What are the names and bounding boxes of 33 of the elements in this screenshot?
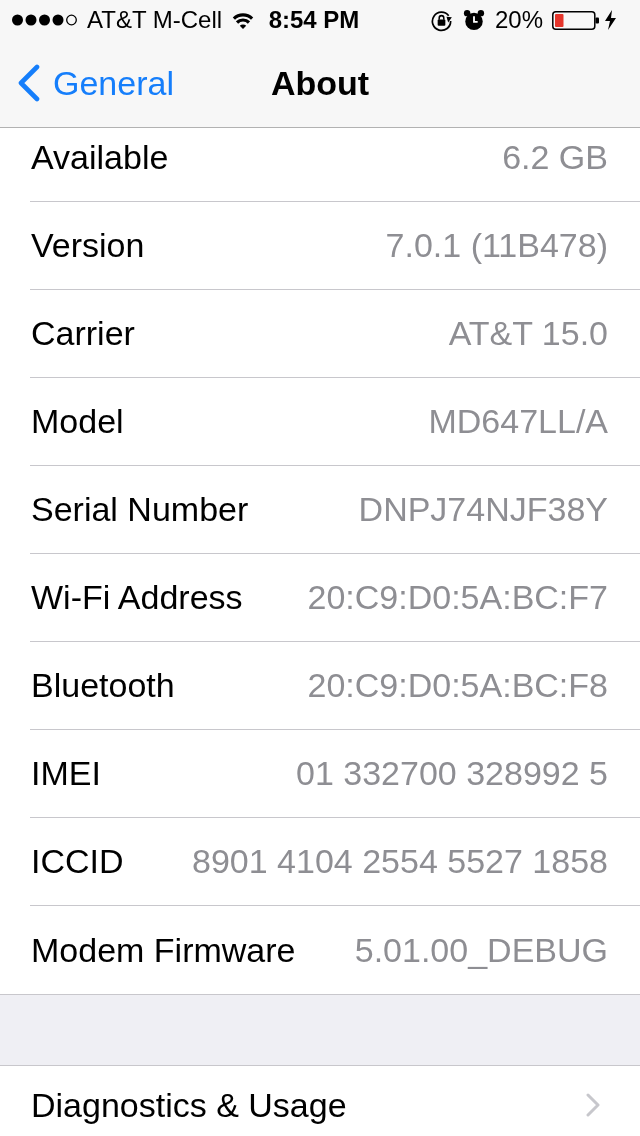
setting-label: Available — [31, 137, 169, 178]
setting-value: 20:C9:D0:5A:BC:F8 — [307, 665, 608, 706]
wifi-icon — [231, 11, 256, 29]
battery-percentage: 20% — [494, 6, 543, 34]
setting-label: Wi-Fi Address — [31, 577, 243, 618]
setting-value: AT&T 15.0 — [448, 313, 608, 354]
setting-value: 01 332700 328992 5 — [296, 753, 608, 794]
battery-icon — [552, 10, 600, 30]
setting-label: Carrier — [31, 313, 135, 354]
status-time: 8:54 PM — [268, 6, 360, 34]
setting-value: DNPJ74NJF38Y — [358, 489, 608, 530]
setting-value: MD647LL/A — [428, 401, 608, 442]
chevron-right-icon — [586, 1093, 600, 1117]
page-title: About — [270, 63, 370, 104]
setting-label: ICCID — [31, 841, 124, 882]
setting-label: Version — [31, 225, 145, 266]
setting-label: IMEI — [31, 753, 101, 794]
setting-label: Serial Number — [31, 489, 249, 530]
setting-label: Modem Firmware — [31, 929, 296, 971]
rotation-lock-icon — [429, 8, 453, 32]
setting-value: 5.01.00_DEBUG — [354, 929, 608, 971]
chevron-left-icon — [16, 64, 40, 103]
signal-strength-icon — [12, 14, 78, 26]
setting-value: 6.2 GB — [502, 137, 608, 178]
setting-value: 20:C9:D0:5A:BC:F7 — [307, 577, 608, 618]
carrier-name: AT&T M-Cell — [87, 6, 223, 34]
charging-bolt-icon — [605, 10, 616, 30]
back-button[interactable]: General — [16, 63, 174, 104]
setting-label: Model — [31, 401, 124, 442]
setting-value: 8901 4104 2554 5527 1858 — [192, 841, 608, 882]
setting-label: Bluetooth — [31, 665, 175, 706]
alarm-clock-icon — [462, 9, 485, 31]
setting-value: 7.0.1 (11B478) — [385, 225, 608, 266]
